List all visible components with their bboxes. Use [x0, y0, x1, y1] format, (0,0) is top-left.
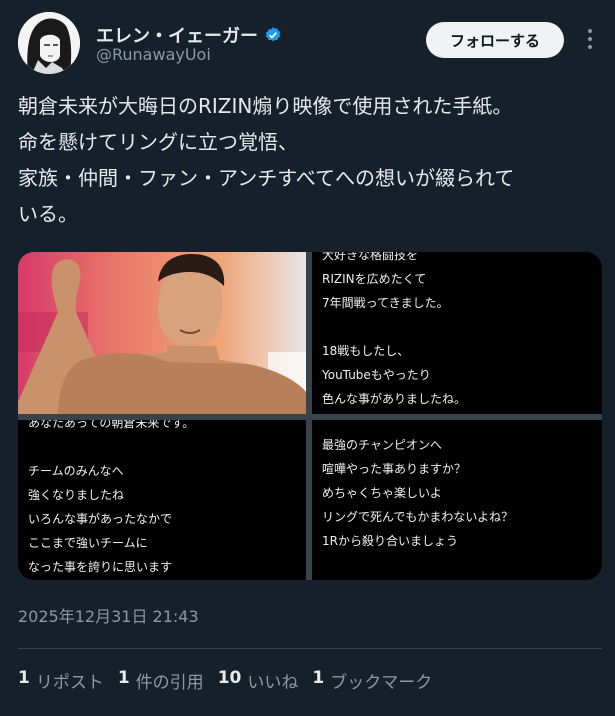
likes-count: 10 — [217, 668, 242, 688]
media-image-letter-3[interactable]: 最強のチャンピオンへ 喧嘩やった事ありますか？ めちゃくちゃ楽しいよ リングで死… — [312, 420, 602, 580]
letter-text-1: 大好きな格闘技を RIZINを広めたくて 7年間戦ってきました。 18戦もしたし… — [322, 252, 467, 406]
media-grid[interactable]: 大好きな格闘技を RIZINを広めたくて 7年間戦ってきました。 18戦もしたし… — [18, 252, 602, 580]
tweet-timestamp[interactable]: 2025年12月31日 21:43 — [18, 603, 199, 627]
fighter-photo-icon — [18, 252, 306, 414]
media-image-letter-2[interactable]: あなたあっての朝倉未来です。 チームのみんなへ 強くなりましたね いろんな事があ… — [18, 420, 306, 580]
likes-stat[interactable]: 10 いいね — [218, 668, 299, 693]
tweet-text: 朝倉未来が大晦日のRIZIN煽り映像で使用された手紙。 命を懸けてリングに立つ覚… — [18, 94, 515, 226]
bookmarks-label: ブックマーク — [330, 673, 433, 693]
more-options-icon[interactable] — [578, 24, 602, 54]
likes-label: いいね — [247, 673, 299, 693]
avatar[interactable] — [18, 12, 80, 74]
letter-text-2: あなたあっての朝倉未来です。 チームのみんなへ 強くなりましたね いろんな事があ… — [28, 420, 195, 574]
bookmarks-stat[interactable]: 1 ブックマーク — [312, 668, 432, 693]
avatar-illustration-icon — [18, 12, 80, 74]
quotes-stat[interactable]: 1 件の引用 — [118, 668, 204, 693]
bookmarks-count: 1 — [312, 668, 325, 688]
letter-text-3: 最強のチャンピオンへ 喧嘩やった事ありますか？ めちゃくちゃ楽しいよ リングで死… — [322, 438, 514, 548]
engagement-stats: 1 リポスト 1 件の引用 10 いいね 1 ブックマーク — [18, 668, 432, 693]
quotes-count: 1 — [117, 668, 130, 688]
reposts-stat[interactable]: 1 リポスト — [18, 668, 104, 693]
media-image-fighter[interactable] — [18, 252, 306, 414]
author-handle[interactable]: @RunawayUoi — [96, 45, 211, 64]
quotes-label: 件の引用 — [135, 673, 204, 693]
divider — [18, 648, 602, 649]
reposts-count: 1 — [18, 668, 30, 688]
verified-badge-icon — [265, 27, 281, 42]
follow-button[interactable]: フォローする — [426, 22, 564, 58]
reposts-label: リポスト — [35, 673, 104, 693]
media-image-letter-1[interactable]: 大好きな格闘技を RIZINを広めたくて 7年間戦ってきました。 18戦もしたし… — [312, 252, 602, 414]
